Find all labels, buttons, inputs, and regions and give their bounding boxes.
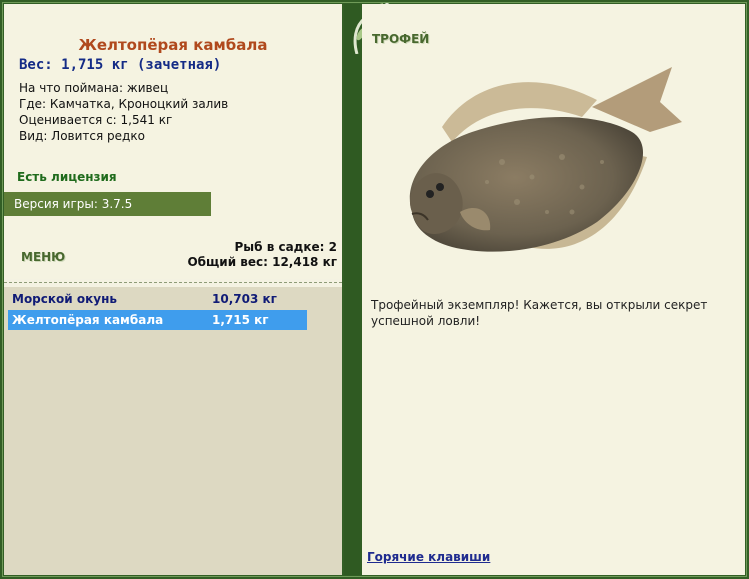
fish-title: Желтопёрая камбала: [78, 36, 268, 54]
cage-stats: Рыб в садке: 2 Общий вес: 12,418 кг: [187, 240, 337, 270]
license-status: Есть лицензия: [17, 170, 117, 184]
cage-total-weight: Общий вес: 12,418 кг: [187, 255, 337, 269]
rarity-info: Вид: Ловится редко: [19, 129, 145, 143]
trophy-message: Трофейный экземпляр! Кажется, вы открыли…: [371, 298, 708, 328]
game-version-bar: Версия игры: 3.7.5: [4, 192, 211, 216]
trophy-panel: ТРОФЕЙ Трофейный экземпляр! Кажется, вы …: [362, 4, 745, 575]
catch-item-name: Морской окунь: [12, 292, 117, 306]
location-info: Где: Камчатка, Кроноцкий залив: [19, 97, 229, 111]
fish-weight: Вес: 1,715 кг (зачетная): [19, 57, 222, 73]
fish-info-list: На что поймана: живец Где: Камчатка, Кро…: [19, 80, 228, 144]
hotkeys-link[interactable]: Горячие клавиши: [367, 550, 490, 564]
catch-item-weight: 10,703 кг: [212, 292, 277, 306]
catch-info-panel: Желтопёрая камбала Вес: 1,715 кг (зачетн…: [4, 4, 342, 575]
trophy-heading: ТРОФЕЙ: [372, 32, 430, 46]
flounder-fish-image: [409, 67, 682, 252]
catch-list-area: [4, 287, 342, 575]
catch-item-name: Желтопёрая камбала: [12, 313, 164, 327]
trophy-threshold-info: Оценивается с: 1,541 кг: [19, 113, 173, 127]
catch-list-item[interactable]: Морской окунь 10,703 кг: [8, 289, 307, 309]
panel-separator: [344, 4, 360, 575]
catch-item-weight: 1,715 кг: [212, 313, 269, 327]
bait-info: На что поймана: живец: [19, 81, 169, 95]
section-divider: [4, 282, 342, 283]
cage-count: Рыб в садке: 2: [234, 240, 338, 254]
menu-button[interactable]: МЕНЮ: [21, 250, 65, 264]
catch-list-item-selected[interactable]: Желтопёрая камбала 1,715 кг: [8, 310, 307, 330]
